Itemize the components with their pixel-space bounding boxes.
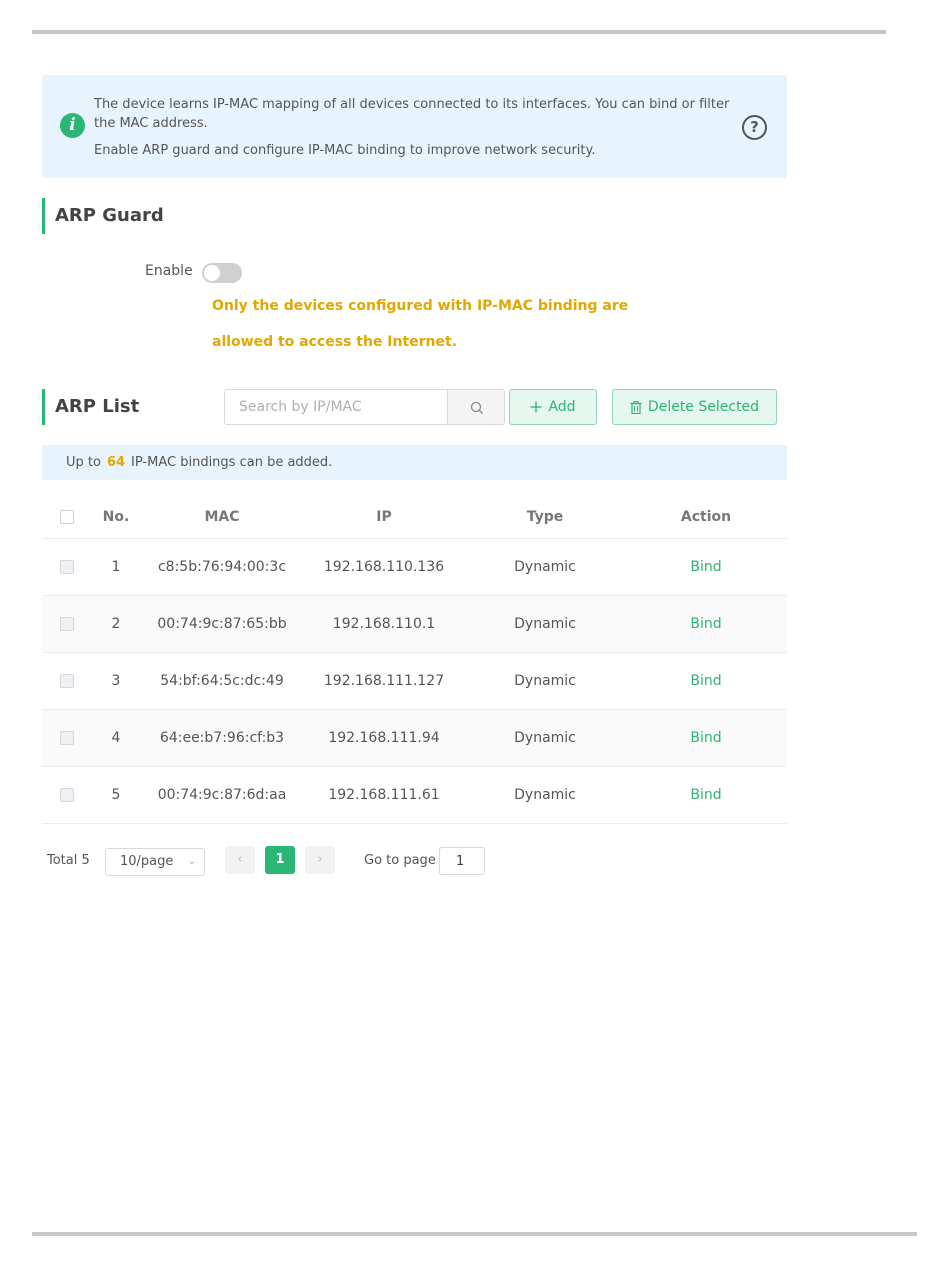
row-no: 2 [111,616,121,632]
row-action-cell: Bind [656,710,756,766]
table-row: 2 00:74:9c:87:65:bb 192.168.110.1 Dynami… [42,596,787,653]
row-ip: 192.168.111.94 [328,730,440,746]
row-type: Dynamic [514,730,576,746]
row-no: 4 [111,730,121,746]
row-checkbox[interactable] [60,674,74,688]
row-mac: 64:ee:b7:96:cf:b3 [159,730,285,746]
row-mac: 00:74:9c:87:6d:aa [157,787,287,803]
header-mac: MAC [204,508,240,525]
table-row: 3 54:bf:64:5c:dc:49 192.168.111.127 Dyna… [42,653,787,710]
arp-list-title: ARP List [42,389,139,425]
row-checkbox[interactable] [60,788,74,802]
binding-limit-notice: Up to 64 IP-MAC bindings can be added. [42,445,787,480]
row-checkbox[interactable] [60,560,74,574]
arp-guard-warning: Only the devices configured with IP-MAC … [212,288,632,360]
next-page-button[interactable]: › [305,846,335,874]
pagination: Total 5 10/page ⌄ ‹ 1 › Go to page [42,845,787,877]
row-checkbox[interactable] [60,617,74,631]
bind-link[interactable]: Bind [690,559,721,575]
goto-label: Go to page [364,853,436,868]
row-mac: c8:5b:76:94:00:3c [157,559,287,575]
arp-table: No. MAC IP Type Action 1 c8:5b:76:94:00:… [42,495,787,824]
row-mac: 54:bf:64:5c:dc:49 [160,673,284,689]
info-text-line1: The device learns IP-MAC mapping of all … [94,97,730,131]
arp-guard-toggle[interactable] [202,263,242,283]
limit-count: 64 [106,455,126,470]
current-page-button[interactable]: 1 [265,846,295,874]
bind-link[interactable]: Bind [690,616,721,632]
plus-icon [530,401,542,413]
search-button[interactable] [447,389,505,425]
row-checkbox-cell [52,596,82,652]
select-all-cell [52,495,82,538]
row-ip: 192.168.111.127 [323,673,445,689]
table-row: 4 64:ee:b7:96:cf:b3 192.168.111.94 Dynam… [42,710,787,767]
header-type: Type [526,508,564,525]
table-header: No. MAC IP Type Action [42,495,787,539]
row-ip: 192.168.110.136 [323,559,445,575]
bind-link[interactable]: Bind [690,787,721,803]
row-action-cell: Bind [656,767,756,823]
limit-prefix: Up to [66,455,101,470]
enable-label: Enable [145,263,193,279]
header-no: No. [102,508,130,525]
chevron-down-icon: ⌄ [187,856,196,867]
select-all-checkbox[interactable] [60,509,74,524]
add-button-label: Add [548,399,576,415]
bind-link[interactable]: Bind [690,730,721,746]
limit-suffix: IP-MAC bindings can be added. [131,455,333,470]
row-type: Dynamic [514,673,576,689]
warning-line1: Only the devices configured with IP-MAC … [212,298,629,314]
row-checkbox[interactable] [60,731,74,745]
row-checkbox-cell [52,710,82,766]
bind-link[interactable]: Bind [690,673,721,689]
delete-selected-button[interactable]: Delete Selected [612,389,777,425]
row-checkbox-cell [52,767,82,823]
row-no: 3 [111,673,121,689]
row-mac: 00:74:9c:87:65:bb [157,616,287,632]
search-input[interactable] [224,389,448,425]
info-icon: i [60,113,85,138]
row-type: Dynamic [514,559,576,575]
warning-line2: allowed to access the Internet. [212,334,458,350]
header-action: Action [680,508,732,525]
delete-button-label: Delete Selected [647,399,760,415]
info-text-line2: Enable ARP guard and configure IP-MAC bi… [94,143,596,158]
table-row: 1 c8:5b:76:94:00:3c 192.168.110.136 Dyna… [42,539,787,596]
total-count: Total 5 [47,853,90,868]
row-type: Dynamic [514,787,576,803]
row-checkbox-cell [52,539,82,595]
row-no: 5 [111,787,121,803]
search-icon [470,401,483,414]
bottom-divider [32,1232,917,1236]
header-ip: IP [376,508,392,525]
page-size-select[interactable]: 10/page ⌄ [105,848,205,876]
arp-guard-title: ARP Guard [42,198,164,234]
row-ip: 192.168.111.61 [328,787,440,803]
top-divider [32,30,886,34]
page-size-value: 10/page [120,854,174,869]
row-action-cell: Bind [656,539,756,595]
row-action-cell: Bind [656,653,756,709]
row-type: Dynamic [514,616,576,632]
trash-icon [630,400,642,414]
row-no: 1 [111,559,121,575]
prev-page-button[interactable]: ‹ [225,846,255,874]
table-row: 5 00:74:9c:87:6d:aa 192.168.111.61 Dynam… [42,767,787,824]
row-ip: 192.168.110.1 [332,616,436,632]
add-button[interactable]: Add [509,389,597,425]
info-banner: i The device learns IP-MAC mapping of al… [42,75,787,178]
row-action-cell: Bind [656,596,756,652]
toggle-knob [204,265,220,281]
row-checkbox-cell [52,653,82,709]
goto-page-input[interactable] [439,847,485,875]
question-circle-icon[interactable]: ? [742,115,767,140]
